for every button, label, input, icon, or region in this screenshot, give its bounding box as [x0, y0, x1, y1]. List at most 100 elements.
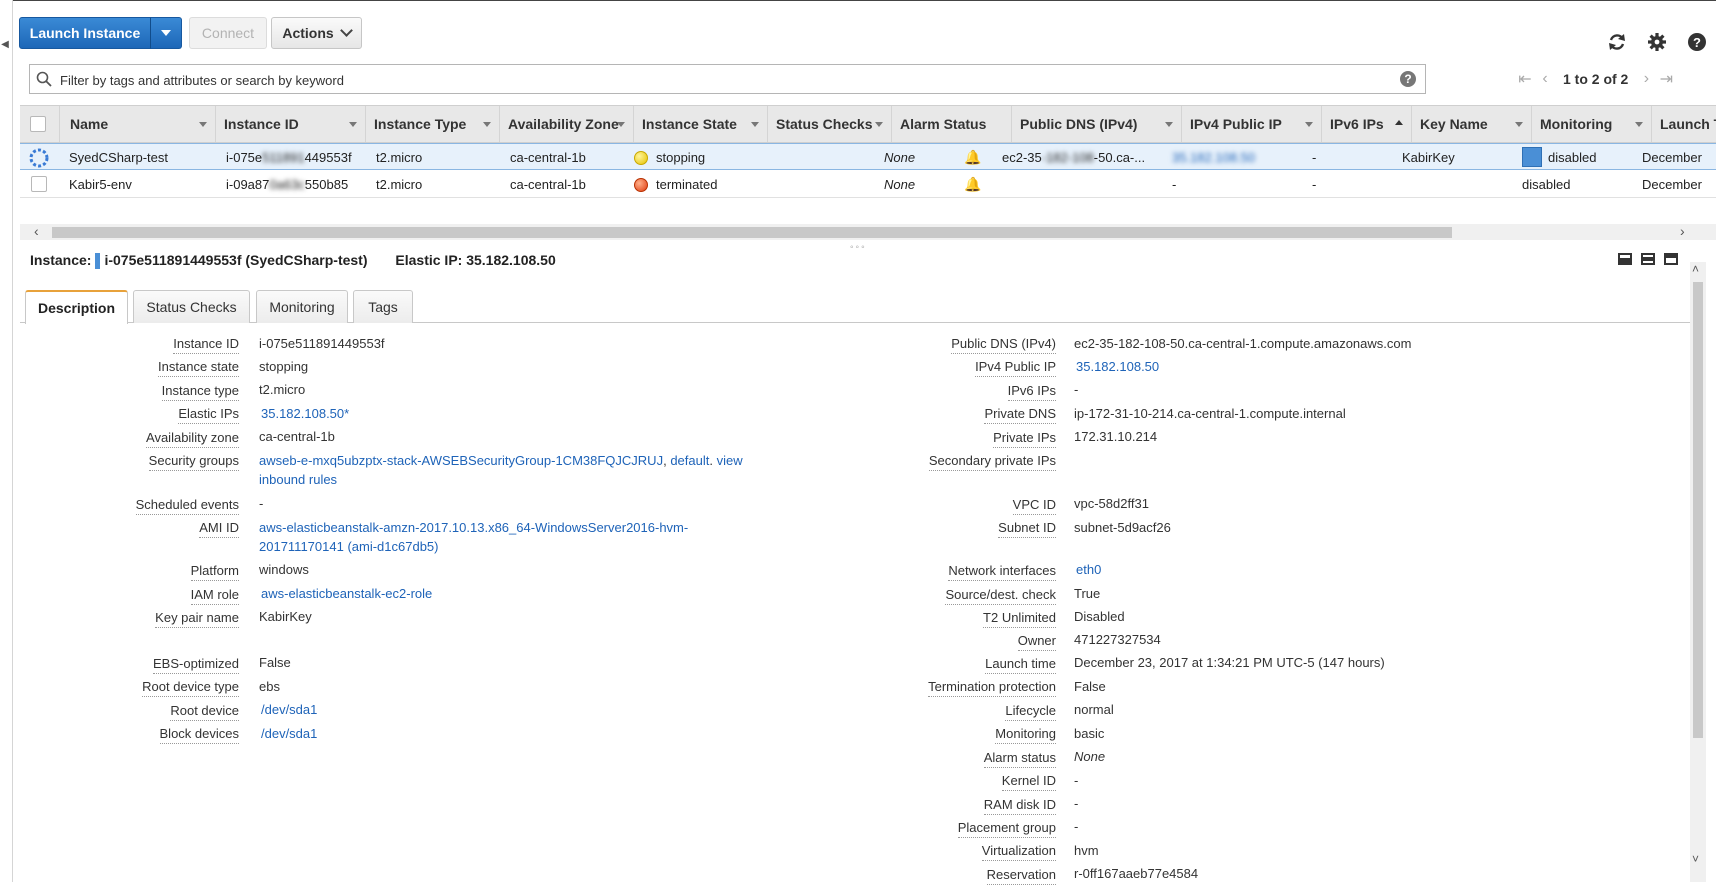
- search-help-icon[interactable]: ?: [1400, 71, 1416, 87]
- column-header-alarm-status[interactable]: Alarm Status: [892, 106, 1012, 142]
- sort-icon: [1305, 122, 1313, 127]
- top-border: [0, 0, 1716, 1]
- tab-tags[interactable]: Tags: [353, 290, 413, 323]
- cell-public-dns: ec2-35-182-108-50.ca-...: [1002, 144, 1145, 171]
- value-iam-role[interactable]: aws-elasticbeanstalk-ec2-role: [261, 584, 432, 603]
- label-ram-disk-id: RAM disk ID: [983, 797, 1056, 815]
- horizontal-scroll-thumb[interactable]: [52, 227, 1452, 238]
- view-inbound-rules-link[interactable]: view: [717, 453, 743, 468]
- connect-label: Connect: [201, 25, 255, 41]
- value-instance-state: stopping: [259, 359, 309, 374]
- value-subnet-id: subnet-5d9acf26: [1074, 520, 1171, 535]
- value-block-devices[interactable]: /dev/sda1: [261, 724, 317, 743]
- collapse-nav-icon[interactable]: ◀: [0, 36, 10, 54]
- resize-handle[interactable]: ◦◦◦: [850, 242, 867, 253]
- scroll-left-icon[interactable]: ‹: [34, 223, 39, 239]
- column-header-availability-zone[interactable]: Availability Zone: [500, 106, 634, 142]
- table-row[interactable]: Kabir5-env i-09a870a63c550b85 t2.micro c…: [20, 171, 1716, 198]
- security-group-default-link[interactable]: default: [670, 453, 709, 468]
- instance-label: Instance:: [30, 252, 92, 268]
- cell-alarm-status: None: [884, 177, 916, 192]
- cell-availability-zone: ca-central-1b: [510, 150, 586, 165]
- layout-half-icon[interactable]: [1641, 253, 1655, 265]
- column-header-status-checks[interactable]: Status Checks: [768, 106, 892, 142]
- cell-instance-type: t2.micro: [376, 177, 423, 192]
- value-network-interfaces[interactable]: eth0: [1076, 560, 1101, 579]
- column-label: Public DNS (IPv4): [1020, 116, 1138, 132]
- cell-instance-id: i-075e511891449553f: [226, 144, 352, 171]
- scroll-down-icon[interactable]: ˅: [1692, 852, 1699, 866]
- alarm-create-icon[interactable]: 🔔: [964, 171, 981, 198]
- actions-button[interactable]: Actions: [271, 17, 362, 49]
- label-alarm-status: Alarm status: [983, 750, 1056, 768]
- column-header-ipv6-ips[interactable]: IPv6 IPs: [1322, 106, 1412, 142]
- label-iam-role: IAM role: [190, 587, 239, 605]
- column-header-public-dns[interactable]: Public DNS (IPv4): [1012, 106, 1182, 142]
- cell-ipv4-public-ip[interactable]: 35.182.108.50: [1172, 144, 1255, 171]
- gear-icon[interactable]: [1646, 31, 1668, 53]
- layout-bottom-icon[interactable]: [1618, 253, 1632, 265]
- value-elastic-ips[interactable]: 35.182.108.50*: [261, 404, 349, 423]
- value-kernel-id: -: [1074, 773, 1079, 788]
- value-ami-id[interactable]: aws-elasticbeanstalk-amzn-2017.10.13.x86…: [259, 518, 729, 556]
- connect-button[interactable]: Connect: [189, 17, 267, 49]
- value-ipv4-public-ip[interactable]: 35.182.108.50: [1076, 357, 1159, 376]
- cell-monitoring: disabled: [1522, 144, 1596, 171]
- column-label: IPv6 IPs: [1330, 116, 1384, 132]
- value-root-device[interactable]: /dev/sda1: [261, 700, 317, 719]
- table-row[interactable]: SyedCSharp-test i-075e511891449553f t2.m…: [20, 143, 1716, 170]
- last-page-icon[interactable]: ⇥: [1656, 69, 1676, 89]
- svg-text:?: ?: [1693, 35, 1701, 50]
- filter-search-box[interactable]: ?: [29, 64, 1426, 94]
- scroll-up-icon[interactable]: ˄: [1692, 262, 1699, 276]
- left-nav-strip: [0, 0, 13, 882]
- search-input[interactable]: [58, 69, 1362, 91]
- scroll-right-icon[interactable]: ›: [1680, 223, 1685, 239]
- cell-launch-time: December: [1642, 177, 1702, 192]
- row-checkbox[interactable]: [31, 176, 47, 192]
- value-private-dns: ip-172-31-10-214.ca-central-1.compute.in…: [1074, 406, 1346, 421]
- tab-description[interactable]: Description: [25, 290, 128, 324]
- value-source-dest-check: True: [1074, 586, 1101, 601]
- column-header-name[interactable]: Name: [60, 106, 216, 142]
- next-page-icon[interactable]: ›: [1636, 70, 1656, 88]
- value-termination-protection: False: [1074, 679, 1106, 694]
- instance-state-text: terminated: [656, 177, 718, 192]
- cell-availability-zone: ca-central-1b: [510, 177, 586, 192]
- select-all-checkbox[interactable]: [30, 116, 46, 132]
- value-instance-id: i-075e511891449553f: [259, 334, 385, 353]
- value-root-device-type: ebs: [259, 679, 280, 694]
- label-scheduled-events: Scheduled events: [135, 497, 239, 515]
- prev-page-icon[interactable]: ‹: [1535, 70, 1555, 88]
- tab-monitoring[interactable]: Monitoring: [256, 290, 348, 323]
- inbound-rules-link[interactable]: inbound rules: [259, 472, 337, 487]
- help-icon[interactable]: ?: [1686, 31, 1708, 53]
- tab-status-checks[interactable]: Status Checks: [133, 290, 250, 323]
- column-header-key-name[interactable]: Key Name: [1412, 106, 1532, 142]
- tab-label: Tags: [368, 299, 398, 315]
- column-label: Instance ID: [224, 116, 299, 132]
- column-header-ipv4-public-ip[interactable]: IPv4 Public IP: [1182, 106, 1322, 142]
- alarm-create-icon[interactable]: 🔔: [964, 144, 981, 171]
- column-header-instance-state[interactable]: Instance State: [634, 106, 768, 142]
- ami-id-line-1: aws-elasticbeanstalk-amzn-2017.10.13.x86…: [259, 520, 689, 535]
- column-header-launch-time[interactable]: Launch Ti: [1652, 106, 1716, 142]
- label-virtualization: Virtualization: [981, 843, 1056, 861]
- label-security-groups: Security groups: [148, 453, 239, 471]
- instance-id-prefix: i-09a87: [226, 177, 270, 192]
- value-instance-type: t2.micro: [259, 382, 306, 397]
- label-lifecycle: Lifecycle: [1005, 703, 1056, 721]
- vertical-scroll-thumb[interactable]: [1693, 282, 1703, 738]
- label-public-dns: Public DNS (IPv4): [951, 336, 1056, 354]
- layout-full-icon[interactable]: [1664, 253, 1678, 265]
- launch-instance-button[interactable]: Launch Instance: [19, 17, 151, 49]
- first-page-icon[interactable]: ⇤: [1515, 69, 1535, 89]
- refresh-icon[interactable]: [1606, 31, 1628, 53]
- launch-instance-dropdown-button[interactable]: [150, 17, 182, 49]
- cell-ipv6-ips: -: [1312, 177, 1317, 192]
- security-group-link[interactable]: awseb-e-mxq5ubzptx-stack-AWSEBSecurityGr…: [259, 453, 663, 468]
- loading-spinner-icon: [29, 148, 49, 168]
- column-header-monitoring[interactable]: Monitoring: [1532, 106, 1652, 142]
- column-header-instance-id[interactable]: Instance ID: [216, 106, 366, 142]
- column-header-instance-type[interactable]: Instance Type: [366, 106, 500, 142]
